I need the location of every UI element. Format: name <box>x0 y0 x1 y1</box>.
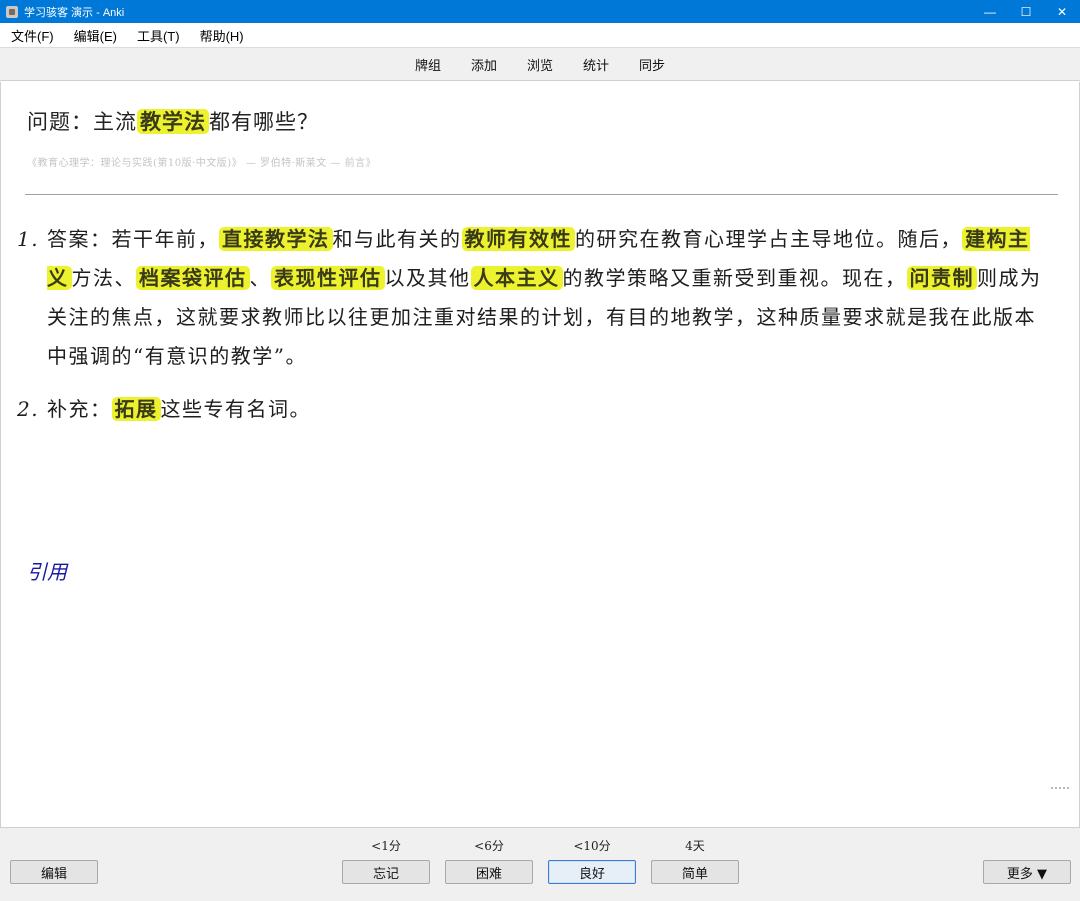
menu-bar: 文件(F) 编辑(E) 工具(T) 帮助(H) <box>0 23 1080 47</box>
interval-good: <10分 <box>573 839 611 853</box>
answer-segment: 补充： <box>47 397 112 421</box>
answer-divider <box>25 194 1058 195</box>
toolbar-sync[interactable]: 同步 <box>639 55 665 74</box>
answer-item: 1. 答案：若干年前， 直接教学法 和与此有关的 教师有效性 的研究在教育心理学占主导地位… <box>17 220 1047 376</box>
question-suffix: 都有哪些？ <box>209 110 319 134</box>
card-question: 问题：主流 教学法 都有哪些？ <box>27 106 319 136</box>
interval-easy: 4天 <box>685 839 705 853</box>
interval-again: <1分 <box>371 839 401 853</box>
anki-app-icon <box>6 5 18 18</box>
highlighted-term: 教师有效性 <box>461 227 575 251</box>
highlighted-term: 拓展 <box>111 397 161 421</box>
question-prefix: 问题：主流 <box>27 110 137 134</box>
interval-hard: <6分 <box>474 839 504 853</box>
answer-segment: 这些专有名词。 <box>160 397 311 421</box>
quote-link[interactable]: 引用 <box>27 556 67 585</box>
hard-button[interactable]: 困难 <box>445 860 533 884</box>
toolbar-add[interactable]: 添加 <box>471 55 497 74</box>
answer-list: 1. 答案：若干年前， 直接教学法 和与此有关的 教师有效性 的研究在教育心理学占主导地位… <box>17 220 1047 443</box>
card-source: 《教育心理学：理论与实践(第10版·中文版)》 — 罗伯特·斯莱文 — 前言》 <box>27 158 377 169</box>
minimize-button[interactable]: — <box>972 0 1008 23</box>
review-bar: 编辑 <1分 忘记 <6分 困难 <10分 良好 4天 简单 更多 ▼ <box>0 827 1080 901</box>
again-button[interactable]: 忘记 <box>342 860 430 884</box>
title-bar: 学习骇客 演示 - Anki — ☐ ✕ <box>0 0 1080 23</box>
answer-segment: 答案：若干年前， <box>47 227 219 251</box>
highlighted-term: 表现性评估 <box>271 266 385 290</box>
answer-number: 1. <box>17 227 40 251</box>
good-button[interactable]: 良好 <box>548 860 636 884</box>
answer-segment: 方法、 <box>71 266 136 290</box>
resize-grip-icon <box>1051 787 1069 791</box>
answer-segment: 以及其他 <box>384 266 471 290</box>
card-view: 问题：主流 教学法 都有哪些？ 《教育心理学：理论与实践(第10版·中文版)》 — … <box>0 82 1080 827</box>
highlighted-term: 问责制 <box>906 266 977 290</box>
answer-number: 2. <box>17 397 40 421</box>
more-button[interactable]: 更多 ▼ <box>983 860 1071 884</box>
menu-edit[interactable]: 编辑(E) <box>65 26 126 45</box>
window-title: 学习骇客 演示 - Anki <box>24 6 125 19</box>
toolbar-stats[interactable]: 统计 <box>583 55 609 74</box>
close-button[interactable]: ✕ <box>1044 0 1080 23</box>
toolbar-browse[interactable]: 浏览 <box>527 55 553 74</box>
highlighted-term: 档案袋评估 <box>136 266 250 290</box>
main-toolbar: 牌组 添加 浏览 统计 同步 <box>0 47 1080 81</box>
highlighted-term: 人本主义 <box>470 266 563 290</box>
answer-text: 答案：若干年前， 直接教学法 和与此有关的 教师有效性 的研究在教育心理学占主导地位。随… <box>47 220 1047 376</box>
answer-text: 补充： 拓展 这些专有名词。 <box>47 390 1047 429</box>
maximize-button[interactable]: ☐ <box>1008 0 1044 23</box>
answer-item: 2. 补充： 拓展 这些专有名词。 <box>17 390 1047 429</box>
answer-segment: 和与此有关的 <box>332 227 462 251</box>
answer-segment: 、 <box>249 266 271 290</box>
question-highlight: 教学法 <box>137 109 209 134</box>
answer-segment: 的研究在教育心理学占主导地位。随后， <box>575 227 962 251</box>
toolbar-decks[interactable]: 牌组 <box>415 55 441 74</box>
answer-segment: 的教学策略又重新受到重视。现在， <box>562 266 907 290</box>
highlighted-term: 直接教学法 <box>219 227 333 251</box>
edit-button[interactable]: 编辑 <box>10 860 98 884</box>
menu-tools[interactable]: 工具(T) <box>128 26 189 45</box>
menu-help[interactable]: 帮助(H) <box>191 26 253 45</box>
menu-file[interactable]: 文件(F) <box>2 26 63 45</box>
easy-button[interactable]: 简单 <box>651 860 739 884</box>
